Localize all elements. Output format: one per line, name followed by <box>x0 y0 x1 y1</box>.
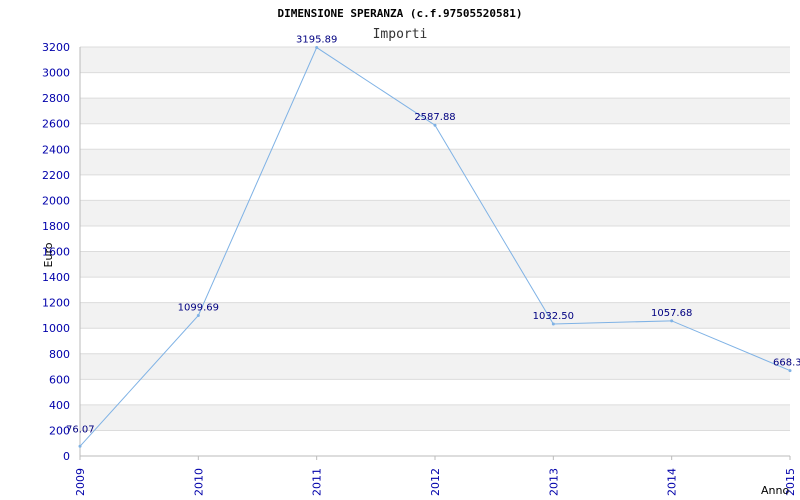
data-label: 3195.89 <box>296 35 337 46</box>
y-tick-label: 400 <box>49 399 70 412</box>
data-label: 1099.69 <box>178 302 219 313</box>
data-point <box>670 319 674 323</box>
y-tick-label: 1400 <box>42 271 70 284</box>
data-point <box>196 313 200 317</box>
data-point <box>551 322 555 326</box>
grid-band <box>80 404 790 431</box>
y-tick-label: 3000 <box>42 67 70 80</box>
x-tick-label: 2012 <box>429 468 442 496</box>
x-tick-label: 2014 <box>666 468 679 496</box>
x-axis-label: Anno <box>761 484 789 497</box>
y-tick-label: 2600 <box>42 118 70 131</box>
data-point <box>433 123 437 127</box>
y-tick-label: 1800 <box>42 220 70 233</box>
x-tick-label: 2009 <box>74 468 87 496</box>
line-chart: DIMENSIONE SPERANZA (c.f.97505520581) Im… <box>42 7 800 497</box>
grid-band <box>80 149 790 175</box>
data-point <box>788 369 792 373</box>
grid-band <box>80 47 790 73</box>
chart-subtitle: Importi <box>373 27 428 42</box>
data-label: 76.07 <box>66 424 95 435</box>
grid-band <box>80 251 790 278</box>
data-label: 1057.68 <box>651 308 692 319</box>
data-point <box>78 444 82 448</box>
y-tick-label: 3200 <box>42 41 70 54</box>
grid-bands <box>80 47 790 431</box>
grid-band <box>80 353 790 380</box>
y-tick-label: 1000 <box>42 322 70 335</box>
x-tick-label: 2013 <box>547 468 560 496</box>
y-tick-label: 2200 <box>42 169 70 182</box>
y-tick-label: 1200 <box>42 297 70 310</box>
y-tick-label: 2000 <box>42 194 70 207</box>
x-axis-ticks: 2009 2010 2011 2012 2013 2014 2015 <box>74 456 797 496</box>
data-point <box>315 46 319 50</box>
data-label: 668.3 <box>773 358 800 369</box>
y-tick-label: 2400 <box>42 143 70 156</box>
chart-title: DIMENSIONE SPERANZA (c.f.97505520581) <box>277 7 522 20</box>
y-tick-label: 2800 <box>42 92 70 105</box>
y-tick-label: 800 <box>49 348 70 361</box>
chart: DIMENSIONE SPERANZA (c.f.97505520581) Im… <box>0 0 800 500</box>
y-axis-label: Euro <box>42 242 55 267</box>
data-label: 1032.50 <box>533 311 574 322</box>
y-tick-label: 0 <box>63 450 70 463</box>
y-tick-label: 600 <box>49 373 70 386</box>
x-tick-label: 2011 <box>311 468 324 496</box>
grid-band <box>80 200 790 226</box>
x-tick-label: 2010 <box>192 468 205 496</box>
data-label: 2587.88 <box>414 112 455 123</box>
